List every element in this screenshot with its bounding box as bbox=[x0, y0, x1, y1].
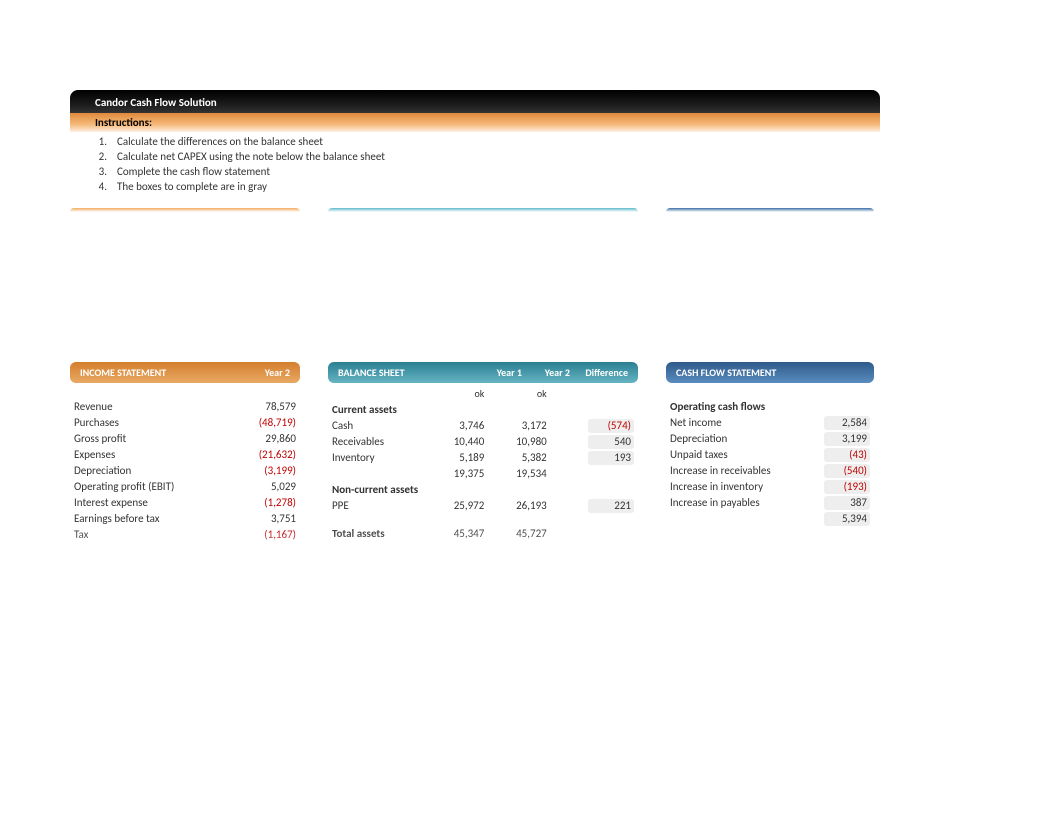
bs-row-label: PPE bbox=[328, 498, 426, 514]
bs-row-y1: 3,746 bbox=[426, 418, 488, 434]
cf-title: CASH FLOW STATEMENT bbox=[676, 366, 776, 379]
instructions-heading: Instructions: bbox=[70, 113, 880, 132]
instr-num: 2. bbox=[95, 149, 107, 164]
bs-row-y1: 10,440 bbox=[426, 434, 488, 450]
is-row-value: (3,199) bbox=[232, 463, 300, 479]
bs-row-y1: 5,189 bbox=[426, 450, 488, 466]
is-row-value: (48,719) bbox=[232, 415, 300, 431]
bs-row-diff: (574) bbox=[588, 419, 634, 433]
cf-row-label: Increase in inventory bbox=[666, 479, 805, 495]
instr-text: Complete the cash flow statement bbox=[117, 164, 270, 179]
is-row-label: Purchases bbox=[70, 415, 232, 431]
bs-section-noncurrent: Non-current assets bbox=[328, 482, 638, 498]
bs-row-y1: 25,972 bbox=[426, 498, 488, 514]
bs-subtotal-y2: 19,534 bbox=[488, 466, 550, 482]
bs-total-y1: 45,347 bbox=[426, 526, 488, 542]
bs-ok: ok bbox=[488, 387, 550, 402]
is-row-value: 3,751 bbox=[232, 511, 300, 527]
is-row-label: Earnings before tax bbox=[70, 511, 232, 527]
fade-overlay bbox=[0, 525, 1062, 825]
bs-total-label: Total assets bbox=[328, 526, 426, 542]
bs-ok: ok bbox=[426, 387, 488, 402]
instr-text: Calculate net CAPEX using the note below… bbox=[117, 149, 385, 164]
instr-num: 1. bbox=[95, 134, 107, 149]
bs-total-y2: 45,727 bbox=[488, 526, 550, 542]
bs-section-current: Current assets bbox=[328, 402, 638, 418]
bs-row-y2: 10,980 bbox=[488, 434, 550, 450]
is-row-value: (1,278) bbox=[232, 495, 300, 511]
bs-row-diff: 540 bbox=[588, 435, 634, 449]
cf-row-value: (540) bbox=[824, 464, 870, 478]
cf-row-value: 3,199 bbox=[824, 432, 870, 446]
page-title: Candor Cash Flow Solution bbox=[70, 90, 880, 113]
cf-row-label: Increase in payables bbox=[666, 495, 805, 511]
instr-num: 4. bbox=[95, 179, 107, 194]
is-row-label: Tax bbox=[70, 527, 232, 543]
instr-text: Calculate the differences on the balance… bbox=[117, 134, 323, 149]
instructions-list: 1. Calculate the differences on the balan… bbox=[70, 132, 880, 202]
bs-row-label: Receivables bbox=[328, 434, 426, 450]
cf-row-label: Depreciation bbox=[666, 431, 805, 447]
bs-row-label: Inventory bbox=[328, 450, 426, 466]
bs-subtotal-y1: 19,375 bbox=[426, 466, 488, 482]
cf-subtotal: 5,394 bbox=[824, 512, 870, 526]
is-row-label: Revenue bbox=[70, 399, 232, 415]
bs-diff: Difference bbox=[570, 366, 628, 379]
is-row-value: 5,029 bbox=[232, 479, 300, 495]
is-row-label: Depreciation bbox=[70, 463, 232, 479]
bs-row-label: Cash bbox=[328, 418, 426, 434]
bs-year1: Year 1 bbox=[474, 366, 522, 379]
is-title: INCOME STATEMENT bbox=[80, 366, 166, 379]
cf-row-label: Unpaid taxes bbox=[666, 447, 805, 463]
bs-row-diff: 193 bbox=[588, 451, 634, 465]
cf-row-value: 387 bbox=[824, 496, 870, 510]
bs-row-diff: 221 bbox=[588, 499, 634, 513]
is-row-value: 29,860 bbox=[232, 431, 300, 447]
bs-title: BALANCE SHEET bbox=[338, 366, 405, 379]
cf-row-label: Net income bbox=[666, 415, 805, 431]
income-statement: INCOME STATEMENT Year 2 Revenue78,579 Pur… bbox=[70, 362, 300, 543]
section-accent-strip bbox=[70, 208, 880, 212]
is-row-label: Expenses bbox=[70, 447, 232, 463]
bs-row-y2: 5,382 bbox=[488, 450, 550, 466]
is-row-label: Gross profit bbox=[70, 431, 232, 447]
cash-flow-statement: CASH FLOW STATEMENT Operating cash flows… bbox=[666, 362, 874, 527]
bs-year2: Year 2 bbox=[522, 366, 570, 379]
instr-text: The boxes to complete are in gray bbox=[117, 179, 267, 194]
cf-row-value: (193) bbox=[824, 480, 870, 494]
is-row-value: (1,167) bbox=[232, 527, 300, 543]
is-row-value: (21,632) bbox=[232, 447, 300, 463]
bs-row-y2: 26,193 bbox=[488, 498, 550, 514]
is-row-value: 78,579 bbox=[232, 399, 300, 415]
cf-section-operating: Operating cash flows bbox=[666, 399, 874, 415]
cf-row-label: Increase in receivables bbox=[666, 463, 805, 479]
is-year: Year 2 bbox=[265, 366, 290, 379]
is-row-label: Interest expense bbox=[70, 495, 232, 511]
cf-row-value: 2,584 bbox=[824, 416, 870, 430]
balance-sheet: BALANCE SHEET Year 1 Year 2 Difference o… bbox=[328, 362, 638, 542]
bs-row-y2: 3,172 bbox=[488, 418, 550, 434]
instr-num: 3. bbox=[95, 164, 107, 179]
is-row-label: Operating profit (EBIT) bbox=[70, 479, 232, 495]
cf-row-value: (43) bbox=[824, 448, 870, 462]
